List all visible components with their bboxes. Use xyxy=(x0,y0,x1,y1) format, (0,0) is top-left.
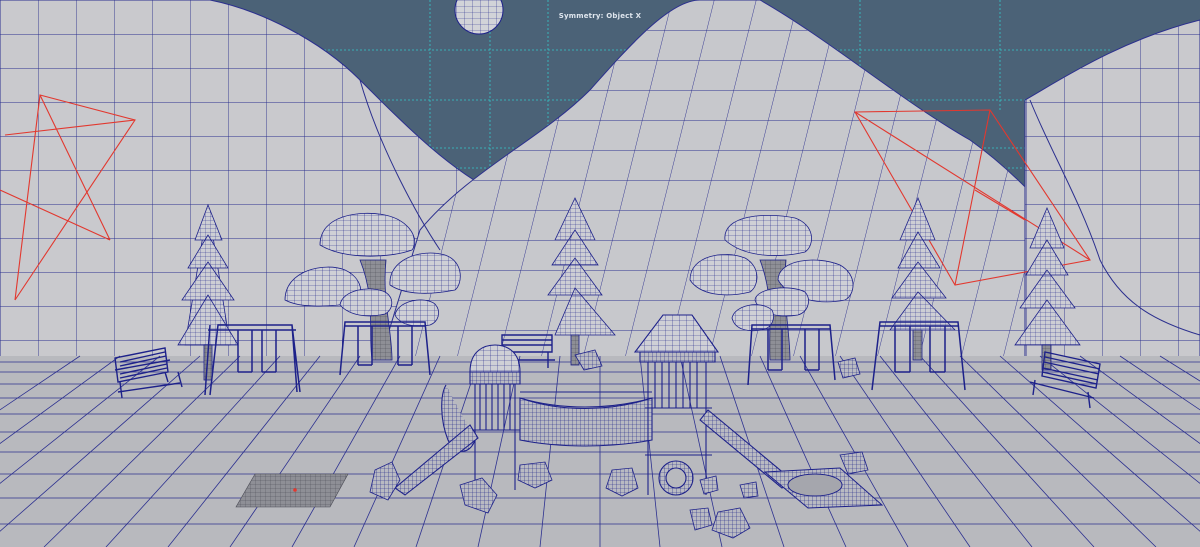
symmetry-indicator: Symmetry: Object X xyxy=(558,12,642,20)
maya-viewport[interactable]: Symmetry: Object X xyxy=(0,0,1200,547)
ground-patch xyxy=(235,473,349,508)
scene-canvas[interactable] xyxy=(0,0,1200,547)
